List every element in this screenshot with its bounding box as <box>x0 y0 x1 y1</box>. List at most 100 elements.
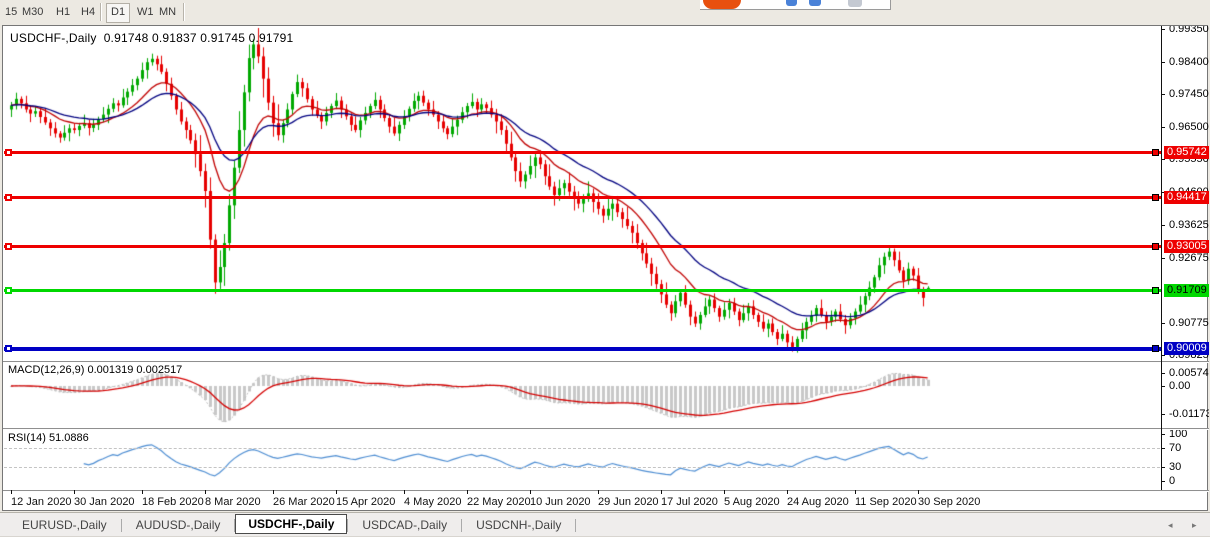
line-handle[interactable] <box>1152 194 1159 201</box>
price-axis: 0.993500.984000.974500.965000.955500.946… <box>1162 26 1209 361</box>
rsi-axis-tick <box>1162 467 1165 468</box>
date-axis-tick <box>336 490 337 494</box>
line-handle[interactable] <box>1152 149 1159 156</box>
chart-tab-usdchf[interactable]: USDCHF-,Daily <box>235 514 347 534</box>
toolbar-fragment-icon <box>809 0 821 6</box>
date-axis-label: 17 Jul 2020 <box>661 496 718 508</box>
line-handle[interactable] <box>1152 287 1159 294</box>
date-axis-label: 15 Apr 2020 <box>336 496 395 508</box>
price-axis-tick <box>1162 62 1165 63</box>
rsi-axis-label: 30 <box>1169 461 1181 473</box>
chart-window: USDCHF-,Daily 0.91748 0.91837 0.91745 0.… <box>2 25 1208 511</box>
support-resistance-line-0.91709[interactable] <box>4 289 1161 292</box>
line-handle[interactable] <box>5 149 12 156</box>
line-handle[interactable] <box>5 345 12 352</box>
chart-tab-usdcnh[interactable]: USDCNH-,Daily <box>462 515 575 535</box>
date-axis-label: 22 May 2020 <box>467 496 531 508</box>
price-axis-tick-label: 0.92675 <box>1169 252 1209 264</box>
timeframe-button-m30[interactable]: M30 <box>18 3 47 21</box>
support-resistance-line-0.93005[interactable] <box>4 245 1161 248</box>
rsi-level-line <box>4 467 1160 468</box>
macd-axis-label: 0.005744 <box>1169 367 1209 379</box>
date-axis-tick <box>724 490 725 494</box>
line-handle[interactable] <box>1152 345 1159 352</box>
price-axis-tick <box>1162 29 1165 30</box>
date-axis-label: 30 Sep 2020 <box>918 496 980 508</box>
date-axis-label: 24 Aug 2020 <box>787 496 849 508</box>
price-level-flag: 0.94417 <box>1164 191 1209 204</box>
price-chart-canvas[interactable] <box>3 26 1161 490</box>
timeframe-button-h4[interactable]: H4 <box>77 3 99 21</box>
support-resistance-line-0.94417[interactable] <box>4 196 1161 199</box>
price-axis-tick-label: 0.93625 <box>1169 219 1209 231</box>
date-axis-tick <box>467 490 468 494</box>
timeframe-button-mn[interactable]: MN <box>155 3 180 21</box>
rsi-axis-tick <box>1162 448 1165 449</box>
tab-scroll-right-button[interactable]: ▸ <box>1192 520 1197 531</box>
line-handle[interactable] <box>1152 243 1159 250</box>
ohlc-quote-label: 0.91748 0.91837 0.91745 0.91791 <box>104 31 294 45</box>
date-axis-tick <box>404 490 405 494</box>
logo-fragment-icon <box>703 0 741 9</box>
date-axis-tick <box>273 490 274 494</box>
timeframe-button-w1[interactable]: W1 <box>133 3 158 21</box>
support-resistance-line-0.95742[interactable] <box>4 151 1161 154</box>
date-axis-tick <box>918 490 919 494</box>
line-handle[interactable] <box>5 194 12 201</box>
toolbar-separator <box>183 3 185 21</box>
price-axis-tick <box>1162 127 1165 128</box>
date-axis-label: 11 Sep 2020 <box>855 496 917 508</box>
date-axis-tick <box>11 490 12 494</box>
date-axis-tick <box>74 490 75 494</box>
date-axis-label: 29 Jun 2020 <box>598 496 659 508</box>
chart-tab-eurusd[interactable]: EURUSD-,Daily <box>8 515 121 535</box>
price-axis-tick <box>1162 258 1165 259</box>
line-handle[interactable] <box>5 243 12 250</box>
chart-tab-audusd[interactable]: AUDUSD-,Daily <box>122 515 235 535</box>
date-axis-tick <box>661 490 662 494</box>
tab-scroll-left-button[interactable]: ◂ <box>1168 520 1173 531</box>
price-axis-tick <box>1162 323 1165 324</box>
date-axis-label: 10 Jun 2020 <box>530 496 591 508</box>
symbol-period-label: USDCHF-,Daily <box>10 31 97 45</box>
date-axis-label: 26 Mar 2020 <box>273 496 335 508</box>
timeframe-button-h1[interactable]: H1 <box>52 3 74 21</box>
price-axis-tick-label: 0.99350 <box>1169 26 1209 35</box>
timeframe-button-d1[interactable]: D1 <box>106 3 130 23</box>
date-axis-separator <box>3 490 1209 492</box>
overlapping-window-fragment <box>700 0 891 10</box>
macd-axis-label: 0.00 <box>1169 380 1190 392</box>
chart-tab-usdcad[interactable]: USDCAD-,Daily <box>348 515 461 535</box>
macd-panel-separator[interactable] <box>3 361 1209 363</box>
rsi-name: RSI(14) <box>8 432 46 444</box>
price-axis-tick <box>1162 355 1165 356</box>
macd-name: MACD(12,26,9) <box>8 364 84 376</box>
date-axis-tick <box>787 490 788 494</box>
rsi-axis: 10070300 <box>1162 430 1209 490</box>
chart-tab-bar: EURUSD-,DailyAUDUSD-,DailyUSDCHF-,DailyU… <box>0 512 1210 537</box>
price-axis-tick <box>1162 225 1165 226</box>
price-axis-tick-label: 0.90775 <box>1169 317 1209 329</box>
toolbar-fragment-icon <box>786 0 797 6</box>
macd-values: 0.001319 0.002517 <box>87 364 182 376</box>
date-axis-tick <box>855 490 856 494</box>
rsi-value: 51.0886 <box>49 432 89 444</box>
macd-axis-label: -0.011738 <box>1169 408 1209 420</box>
toolbar-fragment-icon <box>848 0 862 7</box>
price-axis-tick-label: 0.98400 <box>1169 56 1209 68</box>
rsi-axis-label: 100 <box>1169 430 1187 440</box>
support-resistance-line-0.90009[interactable] <box>4 347 1161 351</box>
price-axis-tick <box>1162 159 1165 160</box>
timeframe-toolbar: 15M30H1H4D1W1MN <box>0 0 1210 25</box>
rsi-indicator-label: RSI(14) 51.0886 <box>8 432 89 444</box>
chart-title: USDCHF-,Daily 0.91748 0.91837 0.91745 0.… <box>10 31 293 45</box>
date-axis-tick <box>598 490 599 494</box>
date-axis-label: 4 May 2020 <box>404 496 461 508</box>
line-handle[interactable] <box>5 287 12 294</box>
rsi-axis-label: 70 <box>1169 442 1181 454</box>
rsi-panel-separator[interactable] <box>3 428 1209 430</box>
date-axis-label: 18 Feb 2020 <box>142 496 204 508</box>
toolbar-separator <box>100 3 102 21</box>
date-axis-label: 30 Jan 2020 <box>74 496 135 508</box>
date-axis-tick <box>205 490 206 494</box>
